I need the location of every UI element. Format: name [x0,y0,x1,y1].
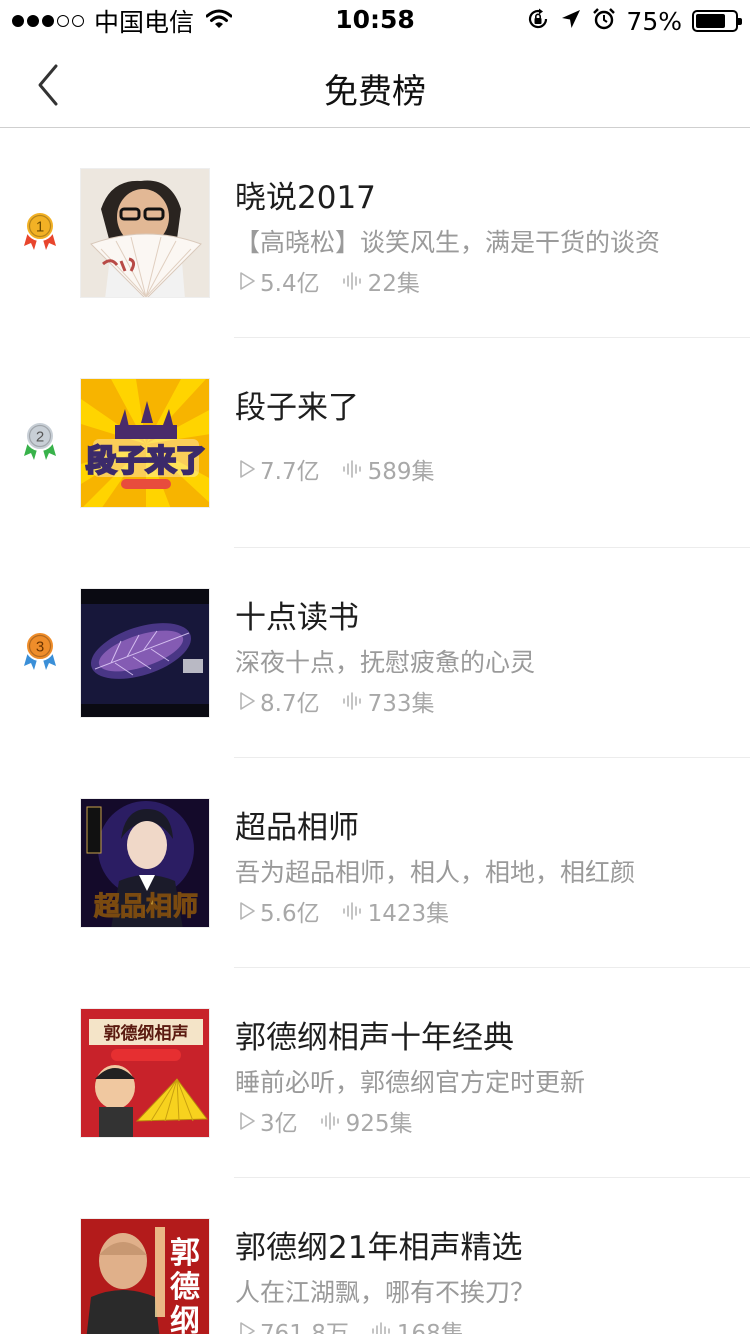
audio-wave-icon [342,272,361,290]
episode-count: 925集 [320,1104,413,1138]
episode-count-value: 1423集 [367,901,450,927]
audio-wave-icon [320,1112,339,1130]
list-item[interactable]: 2 段子来了 段子来了 7.7亿 589集 [0,338,750,548]
episode-count-value: 733集 [367,691,435,717]
play-count-value: 8.7亿 [260,691,320,717]
play-count: 3亿 [238,1104,298,1138]
cover-art-text: 郭 [170,1236,200,1271]
battery-percent: 75% [626,6,682,36]
episode-count: 22集 [342,264,420,298]
item-stats: 5.4亿 22集 [238,264,442,298]
cover-image[interactable] [80,168,210,298]
cover-art-text: 段子来了 [86,444,206,479]
cover-art-text: 郭德纲相声 [104,1023,189,1044]
cover-art-text: 纲 [170,1304,200,1334]
item-stats: 7.7亿 589集 [238,452,456,486]
play-count: 5.6亿 [238,894,320,928]
bronze-medal-icon: 3 [22,630,58,672]
episode-count-value: 168集 [396,1321,464,1334]
item-stats: 761.8万 168集 [238,1314,486,1334]
cover-image[interactable]: 郭德纲相声 [80,1008,210,1138]
item-title[interactable]: 晓说2017 [235,172,376,217]
audio-wave-icon [342,692,361,710]
play-count: 761.8万 [238,1314,349,1334]
silver-medal-icon: 2 [22,420,58,462]
item-title[interactable]: 十点读书 [235,592,359,637]
navigation-bar: 免费榜 [0,42,750,128]
item-description: 深夜十点，抚慰疲惫的心灵 [235,648,536,677]
play-icon [240,1322,255,1334]
episode-count-value: 22集 [367,271,420,297]
audio-wave-icon [372,1322,390,1334]
list-item[interactable]: 郭 德 纲 郭德纲21年相声精选 人在江湖飘，哪有不挨刀？ 761.8万 168… [0,1178,750,1334]
cover-image[interactable]: 段子来了 [80,378,210,508]
item-title[interactable]: 段子来了 [235,382,359,427]
play-icon [240,1112,255,1130]
page-title: 免费榜 [324,72,426,112]
play-icon [240,902,255,920]
episode-count: 733集 [342,684,435,718]
list-item[interactable]: 郭德纲相声 郭德纲相声十年经典 睡前必听，郭德纲官方定时更新 3亿 925集 [0,968,750,1178]
svg-text:1: 1 [36,219,44,236]
play-count: 7.7亿 [238,452,320,486]
play-count-value: 761.8万 [260,1321,349,1334]
list-item[interactable]: 1 晓说2017 【高晓松】谈笑风生，满是干货的谈资 5.4亿 22集 [0,128,750,338]
play-count: 5.4亿 [238,264,320,298]
episode-count: 168集 [371,1314,464,1334]
item-description: 睡前必听，郭德纲官方定时更新 [235,1068,586,1097]
play-count-value: 3亿 [260,1111,298,1137]
cover-image[interactable] [80,588,210,718]
item-stats: 3亿 925集 [238,1104,435,1138]
play-icon [240,272,255,290]
alarm-icon [592,7,616,35]
episode-count: 589集 [342,452,435,486]
item-stats: 5.6亿 1423集 [238,894,471,928]
battery-fill [696,14,725,28]
list-item[interactable]: 超品相师 超品相师 吾为超品相师，相人，相地，相红颜 5.6亿 1423集 [0,758,750,968]
orientation-lock-icon [526,7,550,35]
status-bar: 中国电信 10:58 75% [0,0,750,42]
cover-art-text: 德 [170,1270,200,1305]
item-title[interactable]: 郭德纲相声十年经典 [235,1012,514,1057]
battery-cap [738,18,742,25]
item-title[interactable]: 超品相师 [235,802,359,847]
audio-wave-icon [342,902,361,920]
item-description: 吾为超品相师，相人，相地，相红颜 [235,858,636,887]
svg-text:2: 2 [36,429,44,446]
play-icon [240,692,255,710]
play-count-value: 5.4亿 [260,271,320,297]
item-description: 人在江湖飘，哪有不挨刀？ [235,1278,536,1307]
cover-image[interactable]: 超品相师 [80,798,210,928]
list-item[interactable]: 3 十点读书 深夜十点，抚慰疲惫的心灵 8.7亿 733集 [0,548,750,758]
status-right: 75% [526,6,742,36]
gold-medal-icon: 1 [22,210,58,252]
item-stats: 8.7亿 733集 [238,684,456,718]
ranking-list: 1 晓说2017 【高晓松】谈笑风生，满是干货的谈资 5.4亿 22集 2 段子… [0,128,750,1334]
play-icon [240,460,255,478]
cover-art-text: 超品相师 [94,892,198,922]
location-icon [560,8,582,34]
item-title[interactable]: 郭德纲21年相声精选 [235,1222,522,1267]
svg-text:3: 3 [36,639,44,656]
episode-count: 1423集 [342,894,450,928]
play-count-value: 7.7亿 [260,459,320,485]
episode-count-value: 589集 [367,459,435,485]
play-count: 8.7亿 [238,684,320,718]
battery-icon [692,10,742,32]
item-description: 【高晓松】谈笑风生，满是干货的谈资 [235,228,661,257]
cover-image[interactable]: 郭 德 纲 [80,1218,210,1334]
audio-wave-icon [342,460,361,478]
play-count-value: 5.6亿 [260,901,320,927]
episode-count-value: 925集 [345,1111,413,1137]
